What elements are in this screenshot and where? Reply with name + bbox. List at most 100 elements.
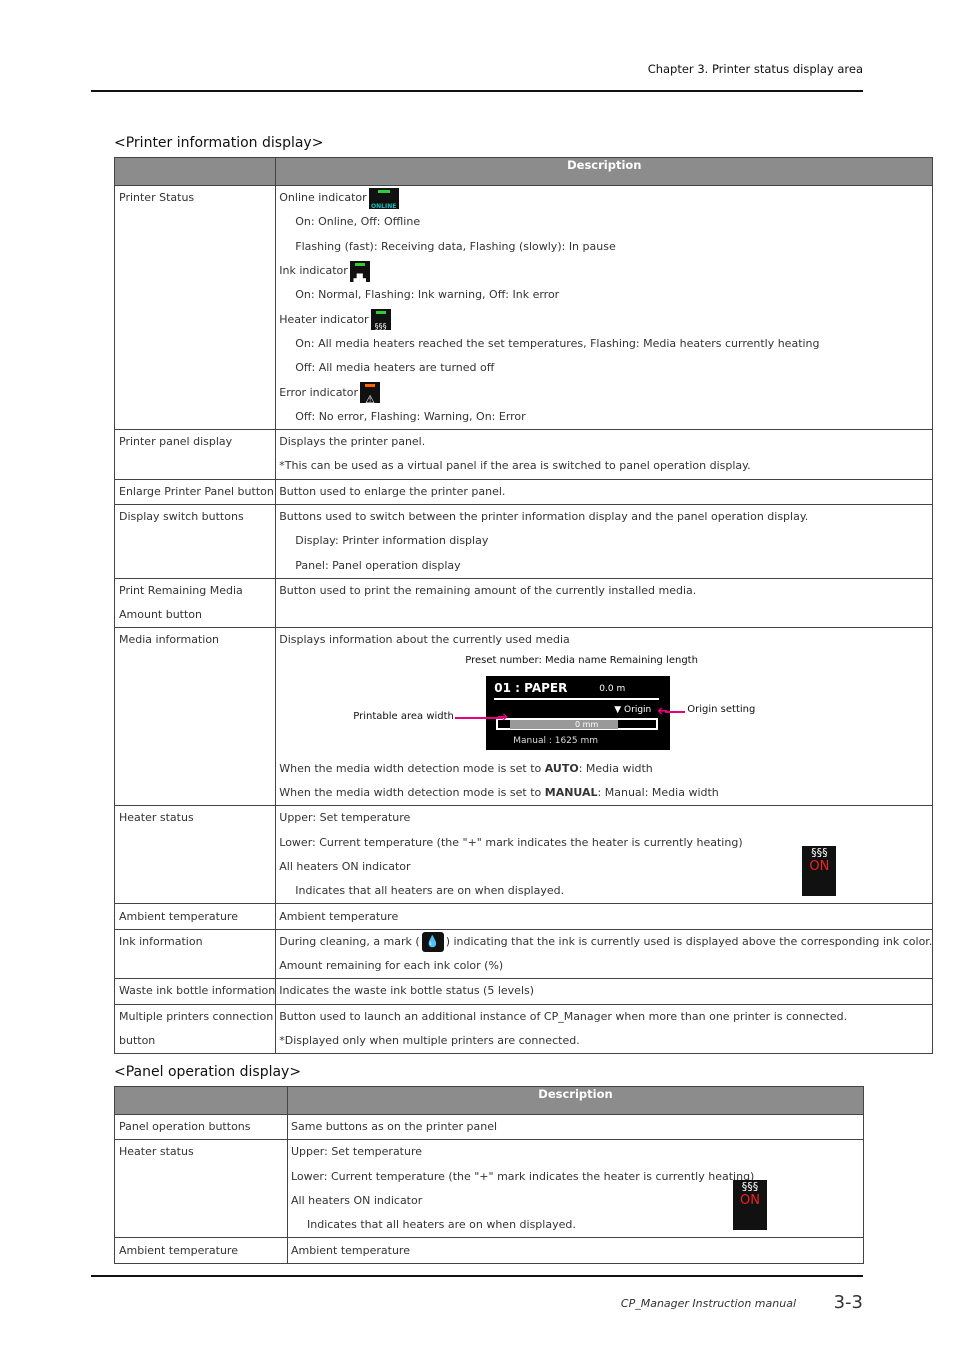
row-description: Displays the printer panel. *This can be … — [275, 428, 934, 480]
indicator-lamp — [365, 384, 375, 388]
description-text: *This can be used as a virtual panel if … — [279, 459, 751, 473]
indicator-lamp — [354, 262, 365, 266]
origin-indicator: ▼ Origin — [614, 704, 652, 715]
media-screen: 01 : PAPER 0.0 m ▼ Origin 0 mm Manual : 1625… — [486, 675, 671, 750]
column-header-item — [114, 1086, 288, 1115]
printable-bar: 0 mm — [510, 719, 619, 729]
row-description: Ambient temperature — [287, 1237, 864, 1264]
row-label: Multiple printers connection button — [113, 1003, 277, 1055]
indicator-lamp — [377, 189, 390, 193]
description-line: Error indicator ⚠ — [279, 380, 932, 406]
description-text: Off: No error, Flashing: Warning, On: Er… — [295, 409, 526, 423]
row-label-line: Panel operation buttons — [119, 1120, 251, 1134]
table-row: Printer Status Online indicator ONLINE On: … — [113, 185, 934, 430]
description-line: Button used to print the remaining amoun… — [279, 579, 932, 603]
origin-arrow — [665, 710, 686, 713]
description-text: When the media width detection mode is s… — [279, 761, 545, 775]
description-line: Ambient temperature — [279, 904, 932, 928]
description-line: Upper: Set temperature — [279, 806, 932, 830]
row-label: Media information — [113, 627, 277, 807]
description-text: Upper: Set temperature — [279, 811, 411, 825]
description-line: All heaters ON indicator — [291, 1189, 863, 1213]
description-text: Online indicator — [279, 191, 367, 205]
row-label: Display switch buttons — [113, 503, 277, 579]
description-line: Same buttons as on the printer panel — [291, 1115, 863, 1139]
header-rule — [91, 90, 863, 92]
description-line: Button used to enlarge the printer panel… — [279, 480, 932, 504]
description-text: Lower: Current temperature (the "+" mark… — [291, 1169, 755, 1183]
description-text: : Media width — [578, 761, 653, 775]
row-label: Heater status — [114, 1139, 288, 1239]
manual-width: Manual : 1625 mm — [513, 735, 599, 746]
description-line: When the media width detection mode is s… — [279, 757, 932, 781]
table-row: Printer panel display Displays the printe… — [113, 428, 934, 480]
heaters-on-indicator-icon: §§§ ON — [802, 846, 837, 897]
heater-on-label: ON — [809, 859, 830, 875]
description-line: Indicates the waste ink bottle status (5… — [279, 979, 932, 1003]
row-label-line: Print Remaining Media — [119, 583, 243, 597]
panel-operation-table: Description Panel operation buttons Same b… — [114, 1086, 864, 1264]
description-text: Displays information about the currently… — [279, 633, 570, 647]
description-text: Button used to print the remaining amoun… — [279, 583, 697, 597]
description-text: Display: Printer information display — [295, 534, 489, 548]
row-label-line: Ambient temperature — [119, 1243, 238, 1257]
heater-on-label: ON — [740, 1193, 760, 1209]
table-row: Enlarge Printer Panel button Button used … — [113, 478, 934, 505]
row-label: Enlarge Printer Panel button — [113, 478, 277, 505]
table-header-row: Description — [113, 157, 934, 186]
description-text: Ambient temperature — [291, 1243, 410, 1257]
row-label-line: Printer panel display — [119, 435, 233, 449]
description-text: Button used to launch an additional inst… — [279, 1009, 848, 1023]
indicator-lamp — [375, 311, 386, 315]
description-text: Panel: Panel operation display — [295, 558, 461, 572]
description-line: Buttons used to switch between the print… — [279, 505, 932, 529]
heater-indicator-icon: §§§ — [370, 309, 391, 331]
ink-indicator-icon: ▟▙ — [349, 260, 370, 283]
row-label-line: Heater status — [119, 811, 194, 825]
description-line: During cleaning, a mark (💧) indicating t… — [279, 930, 932, 954]
screen-divider — [494, 697, 660, 700]
description-text: Amount remaining for each ink color (%) — [279, 959, 504, 973]
row-description: Upper: Set temperature Lower: Current tem… — [287, 1139, 864, 1239]
table-row: Display switch buttons Buttons used to sw… — [113, 503, 934, 579]
description-line: Ambient temperature — [291, 1238, 863, 1262]
description-text: Same buttons as on the printer panel — [291, 1120, 498, 1134]
column-header-description: Description — [287, 1086, 864, 1115]
description-text: On: All media heaters reached the set te… — [295, 336, 820, 350]
description-line: Displays information about the currently… — [279, 628, 932, 652]
row-label-line: Heater status — [119, 1145, 194, 1159]
bold-term: MANUAL — [544, 786, 598, 800]
table-row: Ambient temperature Ambient temperature — [114, 1237, 864, 1264]
table-row: Heater status Upper: Set temperature Lower… — [113, 805, 934, 905]
arrowhead-right-icon: ➔ — [497, 709, 509, 725]
page: Chapter 3. Printer status display area <… — [0, 0, 954, 1350]
description-text: When the media width detection mode is s… — [279, 786, 545, 800]
row-label: Waste ink bottle information — [113, 978, 277, 1005]
row-label-line: Multiple printers connection — [119, 1009, 274, 1023]
ink-drop-icon: 💧 — [421, 931, 444, 952]
row-label-line: Ink information — [119, 934, 203, 948]
description-text: *Displayed only when multiple printers a… — [279, 1034, 580, 1048]
bold-term: AUTO — [544, 761, 579, 775]
row-label-line: button — [119, 1034, 156, 1048]
description-text: ) indicating that the ink is currently u… — [445, 934, 933, 948]
table-row: Multiple printers connection button Button… — [113, 1003, 934, 1055]
description-line — [279, 603, 932, 627]
origin-setting-label: Origin setting — [687, 703, 756, 715]
description-line: Panel: Panel operation display — [279, 553, 932, 577]
table-header-row: Description — [114, 1086, 864, 1115]
row-label-line: Amount button — [119, 608, 203, 622]
row-description: Buttons used to switch between the print… — [275, 503, 934, 579]
description-text: Indicates that all heaters are on when d… — [307, 1218, 576, 1232]
description-text: Error indicator — [279, 385, 358, 399]
manual-title: CP_Manager Instruction manual — [620, 1297, 796, 1310]
row-label-line: Media information — [119, 633, 220, 647]
row-description: Same buttons as on the printer panel — [287, 1113, 864, 1141]
row-description: Ambient temperature — [275, 903, 934, 930]
row-description: Indicates the waste ink bottle status (5… — [275, 978, 934, 1005]
description-text: On: Online, Off: Offline — [295, 215, 421, 229]
description-text: All heaters ON indicator — [279, 859, 411, 873]
description-text: Indicates the waste ink bottle status (5… — [279, 984, 535, 998]
description-text: Ink indicator — [279, 264, 348, 278]
preset-name: 01 : PAPER — [494, 680, 568, 695]
